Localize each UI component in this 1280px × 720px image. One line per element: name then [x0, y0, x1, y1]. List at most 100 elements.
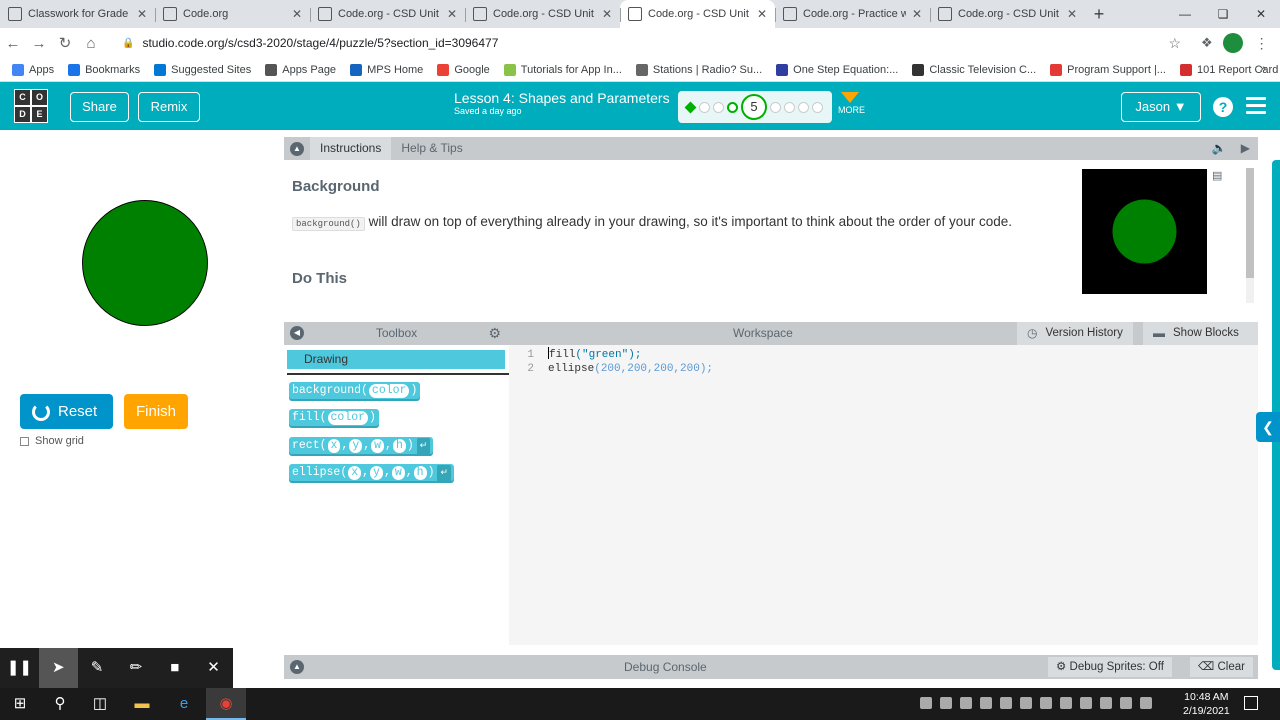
url-field[interactable]: 🔒 studio.code.org/s/csd3-2020/stage/4/pu… — [114, 31, 1189, 55]
close-annotation-icon[interactable]: ✕ — [194, 648, 233, 688]
bookmark-item[interactable]: One Step Equation:... — [776, 63, 898, 76]
param-slot[interactable]: w — [391, 466, 405, 480]
clock[interactable]: 10:48 AM 2/19/2021 — [1183, 690, 1230, 718]
level-dot-7[interactable] — [784, 101, 795, 113]
param-slot[interactable]: x — [348, 466, 362, 480]
close-tab-icon[interactable]: ✕ — [757, 7, 767, 21]
collapse-instructions-icon[interactable]: ▲ — [290, 141, 304, 156]
clear-console-button[interactable]: ⌫ Clear — [1190, 657, 1253, 677]
block-ellipse[interactable]: ellipse(x, y, w, h) ↵ — [289, 464, 455, 482]
expand-debug-icon[interactable]: ▲ — [290, 660, 304, 674]
file-explorer-icon[interactable]: ▬ — [122, 688, 162, 720]
browser-tab[interactable]: Code.org ✕ — [155, 0, 310, 28]
highlighter-icon[interactable]: ✏ — [116, 648, 155, 688]
tray-icon[interactable] — [1080, 697, 1092, 709]
collapse-toolbox-icon[interactable]: ◀ — [290, 326, 304, 340]
chrome-menu-icon[interactable]: ⋮ — [1255, 35, 1269, 52]
show-grid-checkbox[interactable] — [20, 436, 29, 446]
reload-icon[interactable]: ↻ — [52, 34, 78, 52]
param-slot[interactable]: color — [327, 411, 369, 425]
current-level-bubble[interactable]: 5 — [741, 94, 767, 120]
param-slot[interactable]: y — [349, 439, 363, 453]
debug-resize-handle[interactable] — [284, 645, 1258, 655]
translate-icon[interactable]: ▤ — [1212, 169, 1222, 182]
browser-tab[interactable]: Code.org - Practice wi ✕ — [775, 0, 930, 28]
browser-tab[interactable]: Code.org - CSD Unit 3 ✕ — [930, 0, 1085, 28]
codeorg-logo[interactable]: C O D E — [14, 89, 48, 123]
tab-help-tips[interactable]: Help & Tips — [391, 137, 472, 160]
version-history-button[interactable]: ◷ Version History — [1017, 322, 1133, 345]
param-slot[interactable]: x — [327, 439, 341, 453]
user-menu-button[interactable]: Jason ▼ — [1121, 92, 1201, 122]
tray-icon[interactable] — [940, 697, 952, 709]
close-tab-icon[interactable]: ✕ — [1067, 7, 1077, 21]
browser-tab[interactable]: Code.org - CSD Unit 3 ✕ — [465, 0, 620, 28]
forward-icon[interactable]: → — [26, 35, 52, 52]
tray-icon[interactable] — [1120, 697, 1132, 709]
level-dot-9[interactable] — [812, 101, 823, 113]
finish-button[interactable]: Finish — [124, 394, 188, 429]
bookmarks-overflow-icon[interactable]: » — [1260, 63, 1266, 75]
bookmark-item[interactable]: Program Support |... — [1050, 63, 1166, 76]
more-levels-button[interactable]: MORE — [838, 92, 865, 115]
code-line[interactable]: 2 ellipse(200,200,200,200); — [509, 362, 713, 377]
help-icon[interactable]: ? — [1213, 97, 1233, 117]
chrome-icon[interactable]: ◉ — [206, 688, 246, 720]
param-slot[interactable]: color — [368, 384, 410, 398]
close-tab-icon[interactable]: ✕ — [137, 7, 147, 21]
bookmark-item[interactable]: Bookmarks — [68, 63, 140, 76]
close-tab-icon[interactable]: ✕ — [602, 7, 612, 21]
tray-icon[interactable] — [980, 697, 992, 709]
pen-icon[interactable]: ✎ — [78, 648, 117, 688]
remix-button[interactable]: Remix — [138, 92, 200, 122]
code-line[interactable]: 1 fill("green"); — [509, 347, 641, 362]
level-dot-3[interactable] — [713, 101, 724, 113]
game-canvas[interactable] — [20, 138, 270, 388]
param-slot[interactable]: y — [370, 466, 383, 480]
debug-sprites-button[interactable]: ⚙ Debug Sprites: Off — [1048, 657, 1172, 677]
tray-icon[interactable] — [1020, 697, 1032, 709]
tray-icon[interactable] — [920, 697, 932, 709]
browser-tab[interactable]: Code.org - CSD Unit 3 ✕ — [310, 0, 465, 28]
bookmark-item[interactable]: MPS Home — [350, 63, 423, 76]
hamburger-menu-icon[interactable] — [1246, 97, 1266, 118]
new-tab-button[interactable]: + — [1085, 4, 1113, 25]
speaker-icon[interactable]: 🔈 — [1212, 141, 1227, 155]
close-tab-icon[interactable]: ✕ — [912, 7, 922, 21]
pointer-icon[interactable]: ➤ — [38, 648, 78, 688]
param-slot[interactable]: h — [413, 466, 427, 480]
code-editor[interactable]: 1 fill("green"); 2 ellipse(200,200,200,200)… — [509, 345, 1258, 645]
minimize-icon[interactable]: — — [1166, 0, 1204, 28]
task-view-icon[interactable]: ◫ — [80, 688, 120, 720]
show-blocks-button[interactable]: ▬ Show Blocks — [1143, 322, 1258, 345]
tray-icon[interactable] — [1000, 697, 1012, 709]
level-dot-2[interactable] — [699, 101, 710, 113]
edge-browser-icon[interactable]: e — [164, 688, 204, 720]
bookmark-item[interactable]: Apps Page — [265, 63, 336, 76]
tray-icon[interactable] — [960, 697, 972, 709]
browser-tab[interactable]: Code.org - CSD Unit 3 ✕ — [620, 0, 775, 28]
bookmark-star-icon[interactable]: ☆ — [1168, 35, 1181, 52]
close-tab-icon[interactable]: ✕ — [447, 7, 457, 21]
tray-icon[interactable] — [1060, 697, 1072, 709]
play-icon[interactable]: ▶ — [1241, 141, 1250, 155]
close-tab-icon[interactable]: ✕ — [292, 7, 302, 21]
bookmark-item[interactable]: Google — [437, 63, 490, 76]
windows-start-icon[interactable]: ⊞ — [0, 688, 40, 720]
instructions-resize-handle[interactable] — [284, 310, 1258, 322]
bookmark-item[interactable]: Suggested Sites — [154, 63, 251, 76]
block-rect[interactable]: rect(x, y, w, h) ↵ — [289, 437, 434, 455]
camera-icon[interactable]: ■ — [155, 648, 194, 688]
tray-icon[interactable] — [1100, 697, 1112, 709]
show-grid-toggle[interactable]: Show grid — [20, 435, 84, 447]
browser-tab[interactable]: Classwork for Grade 7 I ✕ — [0, 0, 155, 28]
expected-result-image[interactable] — [1082, 169, 1207, 294]
tray-icon[interactable] — [1140, 697, 1152, 709]
block-background[interactable]: background(color) — [289, 382, 421, 399]
home-icon[interactable]: ⌂ — [78, 35, 104, 52]
block-fill[interactable]: fill(color) — [289, 409, 379, 426]
notifications-icon[interactable] — [1244, 696, 1258, 710]
bookmark-item[interactable]: Tutorials for App In... — [503, 63, 622, 76]
pause-icon[interactable]: ❚❚ — [0, 648, 39, 688]
param-slot[interactable]: h — [392, 439, 406, 453]
